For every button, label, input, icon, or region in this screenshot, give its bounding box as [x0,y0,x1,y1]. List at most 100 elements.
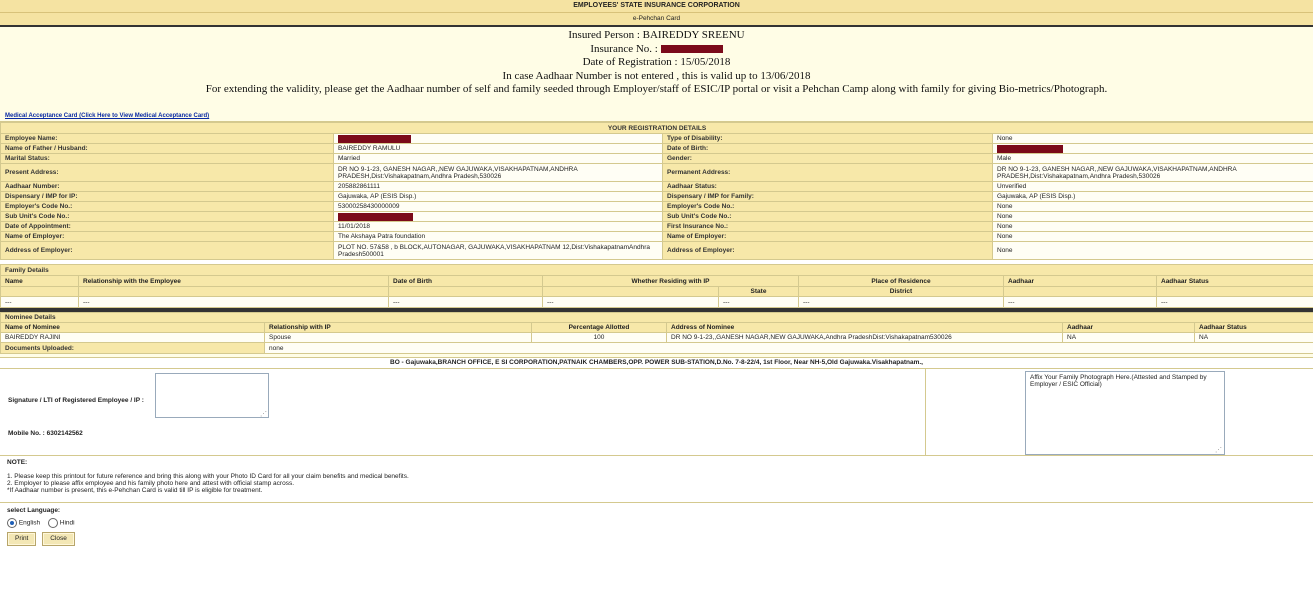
family-photo-placeholder: Affix Your Family Photograph Here.(Attes… [1030,374,1207,388]
registration-value: Married [333,153,663,164]
redacted-insurance-number [660,45,723,54]
registration-date: Date of Registration : 15/05/2018 [582,56,731,69]
page-title: EMPLOYEES' STATE INSURANCE CORPORATION [0,0,1313,13]
registration-row: Present Address: DR NO 9-1-23, GANESH NAG… [0,163,1313,182]
page-subtitle: e-Pehchan Card [0,13,1313,27]
select-language-label: select Language: [7,507,61,514]
nominee-header-address: Address of Nominee [666,322,1063,333]
registration-label: Employer's Code No.: [662,201,993,212]
registration-label: Date of Birth: [662,143,993,154]
registration-value: None [991,241,1313,260]
registration-value: None [991,211,1313,222]
hindi-label: Hindi [59,519,75,527]
family-details-table: Family Details Name Relationship with th… [0,264,1313,308]
redaction-mark [997,144,1063,153]
validity-extension-note: For extending the validity, please get t… [205,83,1108,96]
nominee-header-aadhaar-status: Aadhaar Status [1193,322,1313,333]
registration-label: Sub Unit's Code No.: [0,211,334,222]
family-header-residing: Whether Residing with IP [542,275,799,287]
registration-value: PLOT NO. 57&58 , b BLOCK,AUTONAGAR, GAJU… [333,241,663,260]
registration-value: The Akshaya Patra foundation [333,231,663,242]
hindi-radio[interactable] [47,518,58,528]
nominee-header-relationship: Relationship with IP [264,322,532,333]
family-photo-box[interactable]: Affix Your Family Photograph Here.(Attes… [1025,371,1225,455]
note-section: NOTE: 1. Please keep this printout for f… [0,456,1313,503]
registration-label: Sub Unit's Code No.: [662,211,993,222]
registration-row: Date of Appointment: 11/01/2018 First Insu… [0,221,1313,232]
registration-details-title: YOUR REGISTRATION DETAILS [0,122,1313,134]
insured-person-info: Insured Person : BAIREDDY SREENU Insuran… [0,27,1313,111]
registration-value: Male [991,153,1313,164]
registration-label: Aadhaar Status: [662,181,993,192]
nominee-aadhaar: NA [1062,332,1195,343]
insurance-number-label: Insurance No. : [590,42,658,55]
footer-controls: select Language: English Hindi Print Clo… [0,503,1313,546]
registration-label: Type of Disability: [662,133,993,144]
registration-label: Date of Appointment: [0,221,334,232]
registration-label: Present Address: [0,163,334,182]
aadhaar-validity-note: In case Aadhaar Number is not entered , … [502,69,811,82]
family-cell: --- [542,296,719,308]
registration-label: Name of Father / Husband: [0,143,334,154]
registration-value: Gajuwaka, AP (ESIS Disp.) [333,191,663,202]
registration-value: Unverified [991,181,1313,192]
note-line: 2. Employer to please affix employee and… [7,480,294,487]
nominee-header-name: Name of Nominee [0,322,265,333]
family-subheader-district: District [798,286,1004,297]
family-details-title: Family Details [0,264,1313,276]
insurance-number-line: Insurance No. : [0,43,1313,57]
registration-label: Address of Employer: [662,241,993,260]
nominee-header-percentage: Percentage Allotted [531,322,667,333]
signature-box[interactable]: ⋰ [155,373,269,418]
registration-row: Address of Employer: PLOT NO. 57&58 , b B… [0,241,1313,260]
registration-row: Name of Father / Husband: BAIREDDY RAMULU… [0,143,1313,154]
registration-row: Marital Status: Married Gender: Male [0,153,1313,164]
registration-value: BAIREDDY SREENU [333,133,663,144]
nominee-aadhaar-status: NA [1193,332,1313,343]
branch-office-address: BO - Gajuwaka,BRANCH OFFICE, E SI CORPOR… [0,357,1313,369]
documents-uploaded-label: Documents Uploaded: [0,342,265,354]
registration-row: Name of Employer: The Akshaya Patra found… [0,231,1313,242]
registration-label: First Insurance No.: [662,221,993,232]
registration-row: Employer's Code No.: 53000258430000009 Emp… [0,201,1313,212]
insured-person-name: Insured Person : BAIREDDY SREENU [568,29,745,41]
registration-label: Dispensary / IMP for IP: [0,191,334,202]
registration-row: Sub Unit's Code No.: Sub Unit's Code No.:… [0,211,1313,222]
registration-value: None [991,201,1313,212]
registration-label: Gender: [662,153,993,164]
family-cell: --- [0,296,79,308]
family-subheader-state: State [718,286,799,297]
redaction-mark [338,212,413,221]
mobile-number: Mobile No. : 6302142562 [8,430,83,437]
english-label: English [18,519,41,527]
family-cell: --- [798,296,1004,308]
family-cell: --- [78,296,389,308]
family-header-place: Place of Residence [798,275,1004,287]
english-radio[interactable] [7,518,17,528]
nominee-relationship: Spouse [264,332,532,343]
family-header-aadhaar-status: Aadhaar Status [1155,275,1313,287]
resize-grip-icon: ⋰ [260,411,267,418]
nominee-row: BAIREDDY RAJINI Spouse 100 DR NO 9-1-23,… [0,332,1313,343]
registration-value: 53000258430000009 [333,201,663,212]
resize-grip-icon: ⋰ [1215,447,1222,454]
note-line: *If Aadhaar number is present, this e-Pe… [7,487,263,494]
registration-row: Employee Name:BAIREDDY SREENUType of Dis… [0,133,1313,144]
registration-details-table: YOUR REGISTRATION DETAILS Employee Name:… [0,122,1313,260]
close-button[interactable]: Close [42,532,75,546]
registration-value: DR NO 9-1-23, GANESH NAGAR,,NEW GAJUWAKA… [991,163,1313,182]
registration-value: None [991,221,1313,232]
nominee-details-table: Nominee Details Name of Nominee Relation… [0,312,1313,354]
registration-value [333,211,663,222]
registration-value: BAIREDDY RAMULU [333,143,663,154]
registration-label: Dispensary / IMP for Family: [662,191,993,202]
family-header-aadhaar: Aadhaar [1003,275,1157,287]
print-button[interactable]: Print [7,532,37,546]
family-cell: --- [1003,296,1157,308]
nominee-header-aadhaar: Aadhaar [1062,322,1195,333]
medical-acceptance-card-link[interactable]: Medical Acceptance Card (Click Here to V… [5,113,209,119]
registration-label: Address of Employer: [0,241,334,260]
registration-row: Dispensary / IMP for IP: Gajuwaka, AP (ES… [0,191,1313,202]
registration-label: Permanent Address: [662,163,993,182]
family-header-dob: Date of Birth [388,275,543,287]
